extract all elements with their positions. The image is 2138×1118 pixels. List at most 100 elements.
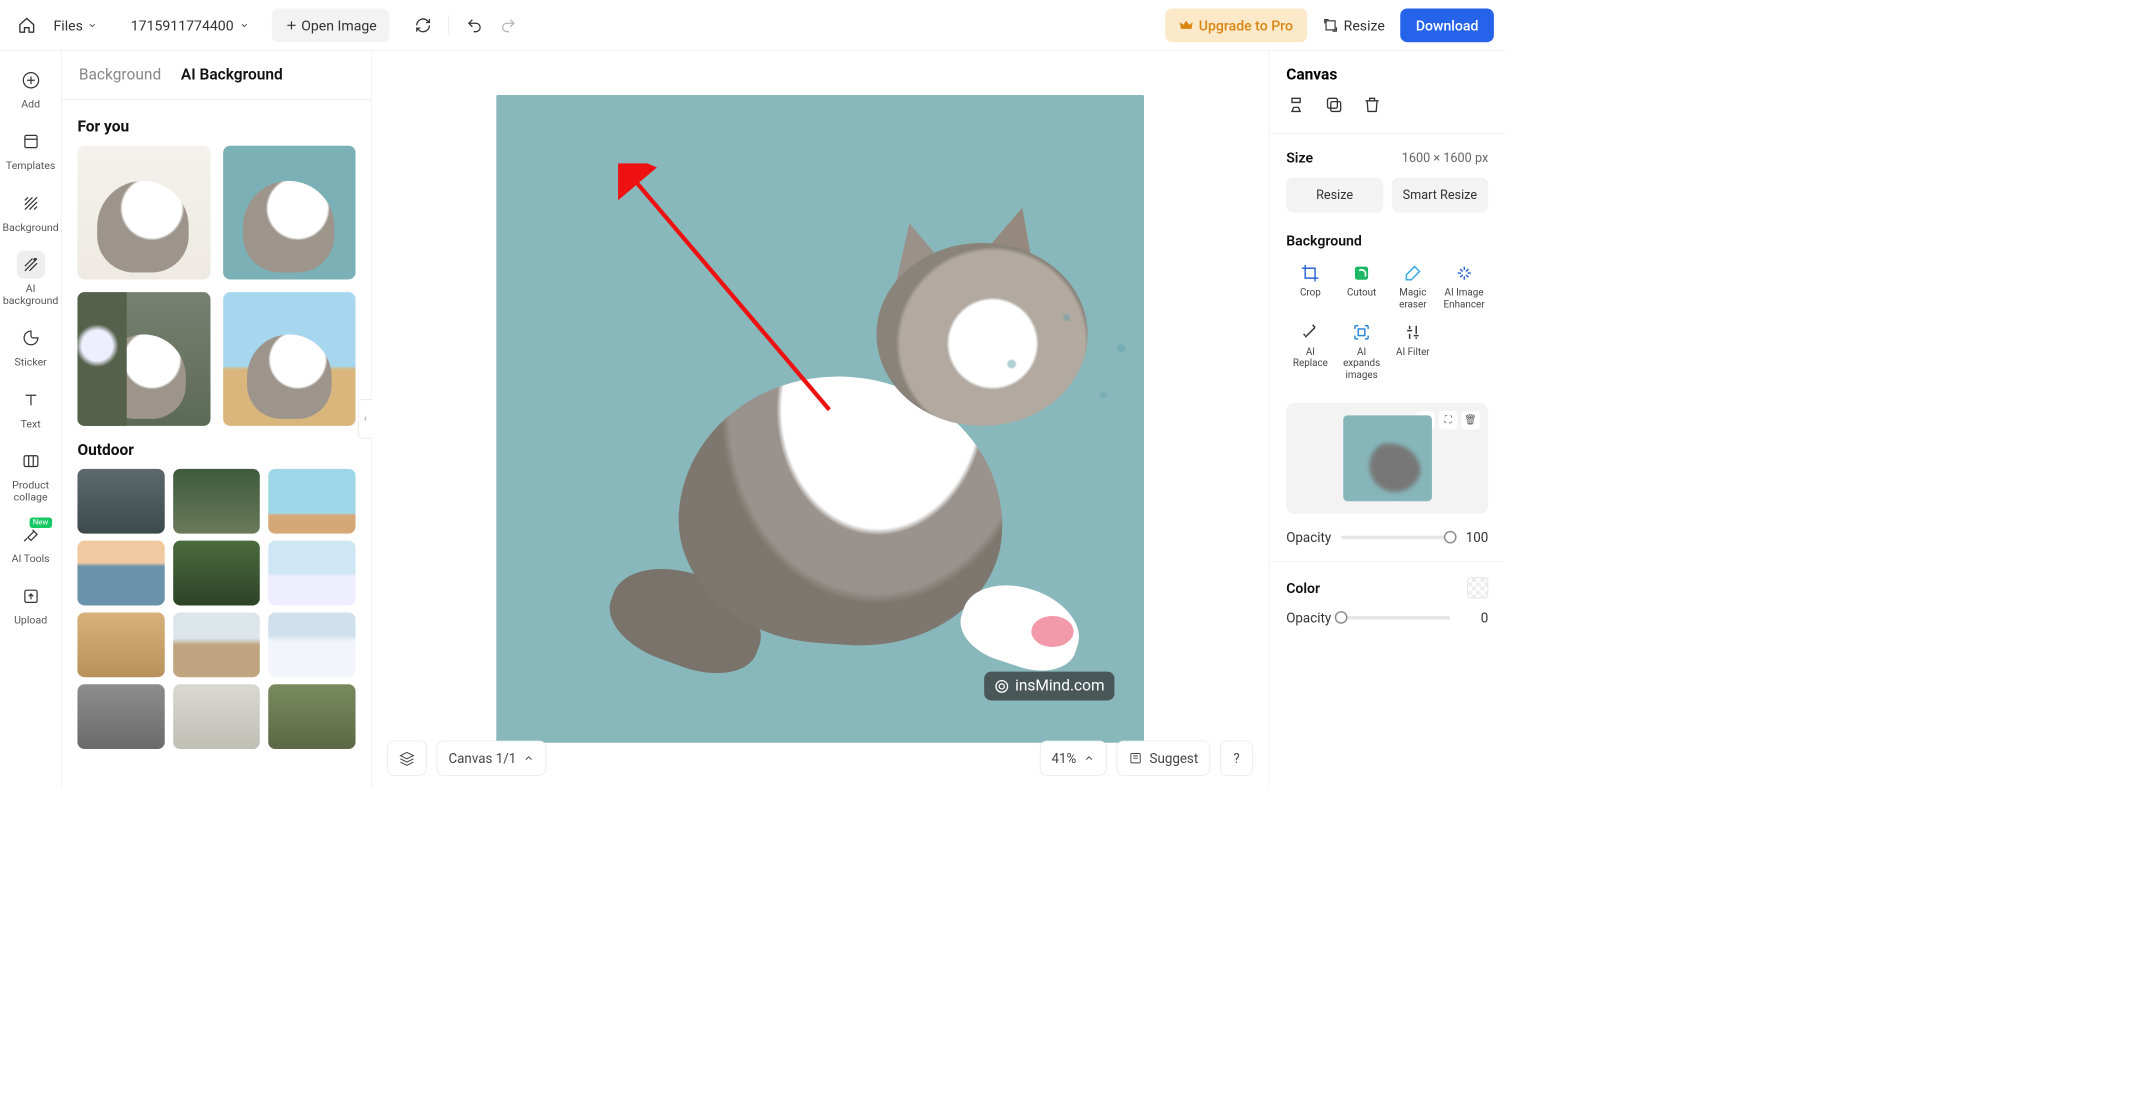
suggest-button[interactable]: Suggest bbox=[1116, 741, 1210, 776]
tab-ai-background[interactable]: AI Background bbox=[181, 66, 283, 84]
tool-ai-filter[interactable]: AI Filter bbox=[1389, 319, 1437, 384]
rail-ai-background[interactable]: AI background bbox=[2, 243, 58, 315]
foryou-thumb-2[interactable] bbox=[223, 146, 356, 280]
redo-icon[interactable] bbox=[493, 10, 524, 41]
zoom-control[interactable]: 41% bbox=[1039, 741, 1106, 776]
download-button[interactable]: Download bbox=[1400, 8, 1494, 42]
expand-icon bbox=[1352, 322, 1372, 342]
rail-upload[interactable]: Upload bbox=[2, 575, 58, 635]
upload-icon bbox=[17, 582, 45, 610]
filter-icon bbox=[1403, 322, 1423, 342]
outdoor-thumb[interactable] bbox=[268, 469, 355, 534]
crown-icon bbox=[1179, 18, 1193, 32]
outdoor-thumb[interactable] bbox=[77, 684, 164, 749]
collapse-panel-button[interactable]: ‹ bbox=[358, 399, 372, 438]
tool-cutout[interactable]: Cutout bbox=[1337, 260, 1385, 313]
rp-title: Canvas bbox=[1286, 66, 1488, 84]
rail-templates[interactable]: Templates bbox=[2, 121, 58, 181]
panel-scroll: For you Outdoor bbox=[62, 100, 371, 787]
background-label: Background bbox=[1286, 232, 1362, 249]
app-body: Add Templates Background AI background S… bbox=[0, 51, 1505, 787]
tool-crop[interactable]: Crop bbox=[1286, 260, 1334, 313]
files-menu[interactable]: Files bbox=[45, 10, 105, 41]
sync-icon[interactable] bbox=[408, 10, 439, 41]
outdoor-thumb[interactable] bbox=[268, 612, 355, 677]
plus-icon bbox=[284, 18, 298, 32]
rail-product-collage[interactable]: Product collage bbox=[2, 440, 58, 512]
cat-illustration bbox=[581, 194, 1060, 687]
color-opacity-slider-row: Opacity 0 bbox=[1286, 610, 1488, 626]
tool-ai-expand[interactable]: AI expands images bbox=[1337, 319, 1385, 384]
wand-icon bbox=[1301, 322, 1321, 342]
opacity-label: Opacity bbox=[1286, 529, 1331, 545]
ai-hatch-icon bbox=[17, 250, 45, 278]
foryou-thumb-1[interactable] bbox=[77, 146, 210, 280]
expand-button[interactable]: ⛶ bbox=[1439, 411, 1457, 429]
duplicate-icon[interactable] bbox=[1324, 95, 1345, 116]
plus-circle-icon bbox=[17, 66, 45, 94]
eraser-icon bbox=[1403, 263, 1423, 283]
rail-background[interactable]: Background bbox=[2, 182, 58, 242]
home-icon[interactable] bbox=[11, 10, 42, 41]
outdoor-thumb[interactable] bbox=[77, 541, 164, 606]
flip-icon[interactable] bbox=[1286, 95, 1307, 116]
outdoor-thumb[interactable] bbox=[268, 684, 355, 749]
rail-text[interactable]: Text bbox=[2, 378, 58, 438]
opacity-slider[interactable] bbox=[1341, 536, 1450, 540]
delete-bg-button[interactable]: 🗑 bbox=[1462, 411, 1480, 429]
top-bar: Files 1715911774400 Open Image Upgrade t… bbox=[0, 0, 1505, 51]
resize-canvas-button[interactable]: Resize bbox=[1286, 177, 1383, 212]
background-tools: Crop Cutout Magic eraser AI Image Enhanc… bbox=[1286, 260, 1488, 384]
help-button[interactable]: ? bbox=[1220, 741, 1253, 776]
outdoor-thumb[interactable] bbox=[77, 469, 164, 534]
foryou-thumb-4[interactable] bbox=[223, 292, 356, 426]
layers-icon bbox=[399, 750, 414, 765]
color-swatch[interactable] bbox=[1467, 577, 1488, 598]
enhancer-icon bbox=[1454, 263, 1474, 283]
right-panel: Canvas Size 1600 × 1600 px Resize Smart R… bbox=[1269, 51, 1506, 787]
color-opacity-slider[interactable] bbox=[1341, 616, 1450, 620]
size-label: Size bbox=[1286, 149, 1313, 166]
tool-magic-eraser[interactable]: Magic eraser bbox=[1389, 260, 1437, 313]
open-image-button[interactable]: Open Image bbox=[272, 8, 390, 42]
outdoor-thumb[interactable] bbox=[173, 469, 260, 534]
canvas-image[interactable]: insMind.com bbox=[496, 95, 1144, 743]
outdoor-thumb[interactable] bbox=[173, 684, 260, 749]
section-outdoor: Outdoor bbox=[77, 441, 355, 459]
size-value: 1600 × 1600 px bbox=[1402, 150, 1488, 165]
rail-sticker[interactable]: Sticker bbox=[2, 317, 58, 377]
resize-button[interactable]: Resize bbox=[1310, 8, 1398, 42]
tool-enhancer[interactable]: AI Image Enhancer bbox=[1440, 260, 1488, 313]
left-rail: Add Templates Background AI background S… bbox=[0, 51, 62, 787]
resize-icon bbox=[1323, 17, 1338, 32]
project-name[interactable]: 1715911774400 bbox=[122, 17, 257, 34]
side-panel: Background AI Background For you Outdoor… bbox=[62, 51, 372, 787]
color-opacity-value: 0 bbox=[1460, 610, 1488, 626]
opacity-value: 100 bbox=[1460, 529, 1488, 545]
rail-ai-tools[interactable]: NewAI Tools bbox=[2, 513, 58, 573]
watermark: insMind.com bbox=[984, 672, 1114, 701]
tool-ai-replace[interactable]: AI Replace bbox=[1286, 319, 1334, 384]
tab-background[interactable]: Background bbox=[79, 66, 161, 84]
logo-icon bbox=[994, 678, 1009, 693]
foryou-thumb-3[interactable] bbox=[77, 292, 210, 426]
outdoor-thumb[interactable] bbox=[173, 612, 260, 677]
color-label: Color bbox=[1286, 579, 1320, 596]
upgrade-button[interactable]: Upgrade to Pro bbox=[1165, 8, 1307, 42]
opacity-slider-row: Opacity 100 bbox=[1286, 529, 1488, 545]
delete-icon[interactable] bbox=[1362, 95, 1383, 116]
smart-resize-button[interactable]: Smart Resize bbox=[1391, 177, 1488, 212]
undo-icon[interactable] bbox=[459, 10, 490, 41]
files-label: Files bbox=[54, 17, 83, 34]
outdoor-thumb[interactable] bbox=[77, 612, 164, 677]
chevron-down-icon bbox=[239, 20, 249, 30]
layers-button[interactable] bbox=[387, 741, 426, 776]
outdoor-thumb[interactable] bbox=[268, 541, 355, 606]
panel-tabs: Background AI Background bbox=[62, 51, 371, 100]
rail-add[interactable]: Add bbox=[2, 59, 58, 119]
outdoor-thumb[interactable] bbox=[173, 541, 260, 606]
bg-preview[interactable] bbox=[1343, 415, 1432, 501]
canvas-pager[interactable]: Canvas 1/1 bbox=[436, 741, 546, 776]
section-for-you: For you bbox=[77, 118, 355, 136]
canvas-area[interactable]: insMind.com Canvas 1/1 41% Suggest ? bbox=[372, 51, 1269, 787]
